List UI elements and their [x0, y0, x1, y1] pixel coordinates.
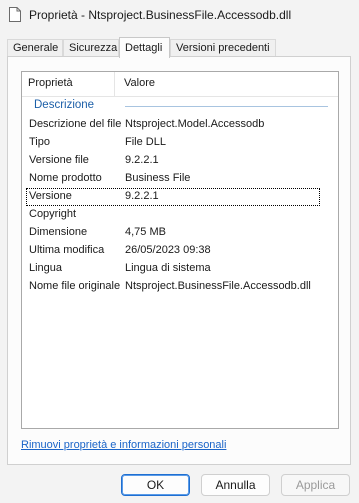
property-value: Lingua di sistema [125, 262, 211, 274]
property-value: Business File [125, 172, 191, 184]
list-row[interactable]: Dimensione 4,75 MB [23, 224, 339, 242]
list-row[interactable]: Versione file 9.2.2.1 [23, 152, 339, 170]
property-name: Versione file [29, 154, 89, 166]
list-header: Proprietà Valore [22, 72, 338, 97]
property-value: 26/05/2023 09:38 [125, 244, 211, 256]
tab-sicurezza[interactable]: Sicurezza [63, 39, 119, 56]
property-name: Nome file originale [29, 280, 121, 292]
property-name: Ultima modifica [29, 244, 105, 256]
column-divider[interactable] [114, 72, 115, 96]
apply-button[interactable]: Applica [281, 474, 350, 496]
ok-button[interactable]: OK [121, 474, 190, 496]
property-name: Lingua [29, 262, 63, 274]
group-header-descrizione: Descrizione [34, 99, 95, 111]
remove-properties-link[interactable]: Rimuovi proprietà e informazioni persona… [21, 439, 226, 451]
cancel-button[interactable]: Annulla [201, 474, 270, 496]
details-list[interactable]: Proprietà Valore Descrizione Descrizione… [21, 71, 339, 429]
property-name: Dimensione [29, 226, 88, 238]
tab-panel: Proprietà Valore Descrizione Descrizione… [7, 56, 351, 465]
property-value: 4,75 MB [125, 226, 166, 238]
property-value: 9.2.2.1 [125, 190, 159, 202]
property-name: Nome prodotto [29, 172, 102, 184]
property-name: Versione [29, 190, 72, 202]
list-row[interactable]: Descrizione del file Ntsproject.Model.Ac… [23, 116, 339, 134]
list-row[interactable]: Ultima modifica 26/05/2023 09:38 [23, 242, 339, 260]
list-row[interactable]: Nome file originale Ntsproject.BusinessF… [23, 278, 339, 296]
property-value: 9.2.2.1 [125, 154, 159, 166]
tab-generale[interactable]: Generale [7, 39, 63, 56]
property-name: Descrizione del file [29, 118, 122, 130]
property-name: Tipo [29, 136, 50, 148]
window-title: Proprietà - Ntsproject.BusinessFile.Acce… [29, 8, 292, 22]
list-row[interactable]: Nome prodotto Business File [23, 170, 339, 188]
group-divider [125, 106, 328, 107]
tab-versioni-precedenti[interactable]: Versioni precedenti [170, 39, 276, 56]
column-header-property[interactable]: Proprietà [28, 77, 73, 89]
list-row[interactable]: Tipo File DLL [23, 134, 339, 152]
column-header-value[interactable]: Valore [124, 77, 155, 89]
title-bar: Proprietà - Ntsproject.BusinessFile.Acce… [0, 0, 359, 30]
tab-dettagli[interactable]: Dettagli [119, 37, 170, 58]
list-row[interactable]: Lingua Lingua di sistema [23, 260, 339, 278]
property-name: Copyright [29, 208, 77, 220]
list-row-focused[interactable]: Versione 9.2.2.1 [26, 188, 320, 206]
property-value: File DLL [125, 136, 166, 148]
property-value: Ntsproject.Model.Accessodb [125, 118, 265, 130]
document-icon [9, 7, 21, 22]
property-value: Ntsproject.BusinessFile.Accessodb.dll [125, 280, 311, 292]
list-row[interactable]: Copyright [23, 206, 339, 224]
